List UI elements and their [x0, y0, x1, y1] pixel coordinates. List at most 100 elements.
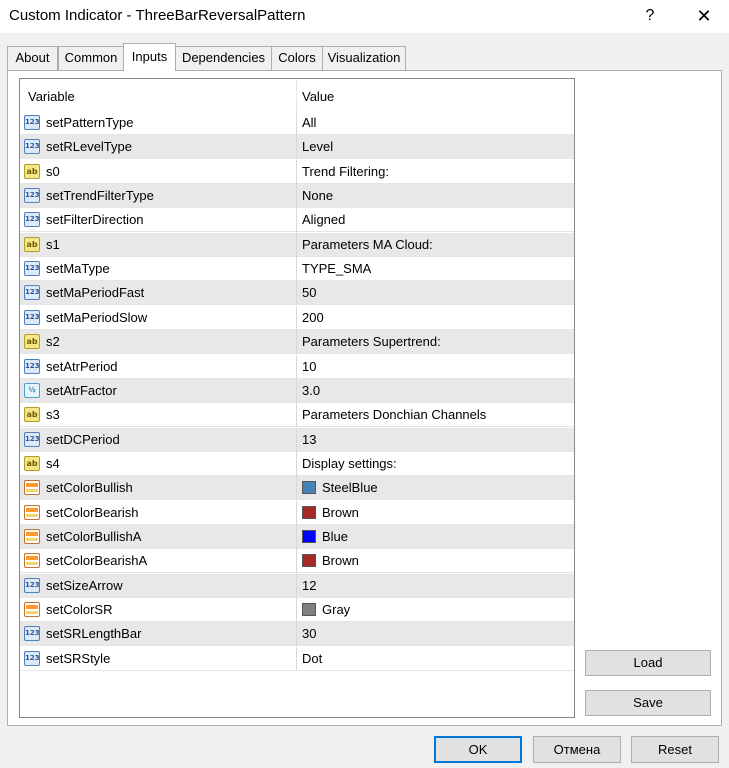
table-row[interactable]: 123 setMaPeriodFast 50 [20, 281, 574, 306]
variable-value[interactable]: Brown [322, 553, 359, 568]
table-row[interactable]: 123 setAtrPeriod 10 [20, 354, 574, 379]
color-icon [24, 504, 40, 520]
column-header-variable[interactable]: Variable [28, 89, 75, 104]
variable-value[interactable]: Trend Filtering: [302, 164, 389, 179]
color-swatch [302, 481, 316, 495]
table-row[interactable]: ab s3 Parameters Donchian Channels [20, 403, 574, 428]
table-row[interactable]: setColorBearish Brown [20, 500, 574, 525]
column-header-value[interactable]: Value [302, 89, 334, 104]
window-title: Custom Indicator - ThreeBarReversalPatte… [9, 7, 306, 24]
variable-value[interactable]: Blue [322, 529, 348, 544]
tab-common[interactable]: Common [58, 46, 124, 70]
variable-name: setColorBullishA [46, 528, 142, 544]
help-button[interactable]: ? [636, 4, 664, 28]
string-icon: ab [24, 407, 40, 423]
variable-value[interactable]: Level [302, 139, 333, 154]
column-separator [296, 403, 297, 428]
integer-icon: 123 [24, 188, 40, 204]
column-separator [296, 330, 297, 355]
variable-name: s2 [46, 334, 60, 350]
variable-name: setTrendFilterType [46, 188, 154, 204]
table-row[interactable]: ab s0 Trend Filtering: [20, 159, 574, 184]
tab-about[interactable]: About [7, 46, 58, 70]
table-row[interactable]: 123 setMaPeriodSlow 200 [20, 305, 574, 330]
color-icon [24, 528, 40, 544]
column-separator [296, 622, 297, 647]
table-row[interactable]: setColorSR Gray [20, 598, 574, 622]
variable-value[interactable]: 30 [302, 626, 316, 641]
variable-value[interactable]: Gray [322, 602, 350, 617]
load-button[interactable]: Load [585, 650, 711, 676]
table-row[interactable]: setColorBullishA Blue [20, 524, 574, 549]
table-row[interactable]: setColorBearishA Brown [20, 549, 574, 574]
column-separator [296, 524, 297, 549]
table-row[interactable]: ab s4 Display settings: [20, 451, 574, 476]
ok-button[interactable]: OK [434, 736, 522, 763]
variable-value[interactable]: Brown [322, 505, 359, 520]
cancel-button[interactable]: Отмена [533, 736, 621, 763]
reset-button[interactable]: Reset [631, 736, 719, 763]
inputs-grid[interactable]: Variable Value 123 setPatternType All 123 se… [19, 78, 575, 718]
variable-value[interactable]: All [302, 115, 316, 130]
table-row[interactable]: ab s1 Parameters MA Cloud: [20, 232, 574, 257]
variable-name: setMaPeriodFast [46, 285, 145, 301]
variable-value[interactable]: 10 [302, 359, 316, 374]
table-row[interactable]: 123 setMaType TYPE_SMA [20, 257, 574, 282]
variable-value[interactable]: 13 [302, 432, 316, 447]
color-swatch [302, 554, 316, 568]
grid-header: Variable Value [20, 79, 574, 112]
table-row[interactable]: 123 setSizeArrow 12 [20, 573, 574, 598]
column-separator [296, 208, 297, 233]
table-row[interactable]: 123 setPatternType All [20, 111, 574, 135]
column-separator [296, 500, 297, 525]
integer-icon: 123 [24, 139, 40, 155]
save-button[interactable]: Save [585, 690, 711, 716]
tab-inputs[interactable]: Inputs [123, 43, 176, 71]
color-icon [24, 553, 40, 569]
table-row[interactable]: setColorBullish SteelBlue [20, 476, 574, 501]
table-row[interactable]: ½ setAtrFactor 3.0 [20, 378, 574, 403]
variable-name: setDCPeriod [46, 431, 120, 447]
variable-value[interactable]: Display settings: [302, 456, 397, 471]
variable-value[interactable]: 50 [302, 285, 316, 300]
variable-name: setColorBearishA [46, 553, 148, 569]
table-row[interactable]: 123 setTrendFilterType None [20, 184, 574, 209]
variable-value[interactable]: Dot [302, 651, 322, 666]
close-button[interactable]: ✕ [686, 4, 722, 28]
table-row[interactable]: 123 setRLevelType Level [20, 135, 574, 160]
integer-icon: 123 [24, 431, 40, 447]
variable-value[interactable]: Aligned [302, 212, 345, 227]
title-bar: Custom Indicator - ThreeBarReversalPatte… [0, 0, 729, 33]
column-separator [296, 451, 297, 476]
variable-value[interactable]: 200 [302, 310, 324, 325]
variable-name: setFilterDirection [46, 212, 144, 228]
variable-name: setColorBearish [46, 504, 139, 520]
table-row[interactable]: 123 setFilterDirection Aligned [20, 208, 574, 233]
column-separator [296, 354, 297, 379]
variable-value[interactable]: SteelBlue [322, 480, 378, 495]
table-row[interactable]: 123 setDCPeriod 13 [20, 427, 574, 452]
variable-value[interactable]: Parameters MA Cloud: [302, 237, 433, 252]
string-icon: ab [24, 236, 40, 252]
integer-icon: 123 [24, 285, 40, 301]
column-separator [296, 281, 297, 306]
column-separator [296, 598, 297, 622]
tab-colors[interactable]: Colors [271, 46, 323, 70]
variable-value[interactable]: TYPE_SMA [302, 261, 371, 276]
integer-icon: 123 [24, 577, 40, 593]
tab-dependencies[interactable]: Dependencies [175, 46, 272, 70]
variable-value[interactable]: 3.0 [302, 383, 320, 398]
color-swatch [302, 529, 316, 543]
variable-value[interactable]: Parameters Donchian Channels [302, 407, 486, 422]
tab-visualization[interactable]: Visualization [322, 46, 406, 70]
variable-value[interactable]: 12 [302, 578, 316, 593]
variable-name: setPatternType [46, 115, 134, 130]
column-separator [296, 257, 297, 282]
table-row[interactable]: ab s2 Parameters Supertrend: [20, 330, 574, 355]
table-row[interactable]: 123 setSRStyle Dot [20, 646, 574, 671]
variable-value[interactable]: None [302, 188, 333, 203]
color-icon [24, 480, 40, 496]
table-row[interactable]: 123 setSRLengthBar 30 [20, 622, 574, 647]
integer-icon: 123 [24, 115, 40, 130]
variable-value[interactable]: Parameters Supertrend: [302, 334, 441, 349]
